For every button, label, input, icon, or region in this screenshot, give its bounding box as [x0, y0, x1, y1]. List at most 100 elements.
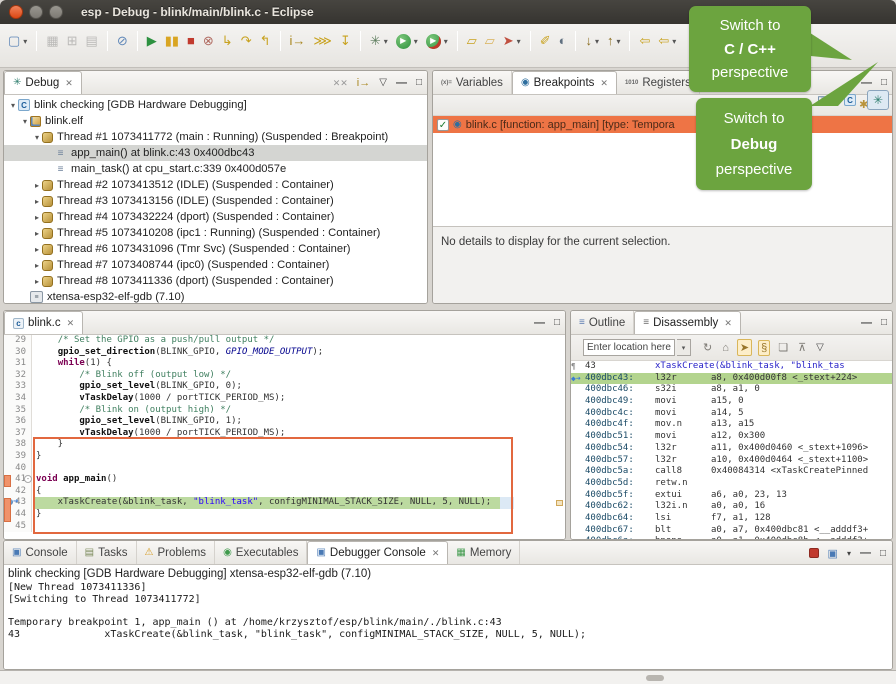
refresh-icon[interactable]: ↻: [701, 340, 714, 355]
code-line[interactable]: 44}: [4, 509, 565, 521]
code-line[interactable]: 32 /* Blink off (output low) */: [4, 370, 565, 382]
tree-expand-arrow[interactable]: ▸: [32, 277, 42, 286]
disassembly-row[interactable]: ¶43xTaskCreate(&blink_task, "blink_tas: [571, 361, 892, 373]
tree-expand-arrow[interactable]: ▸: [32, 245, 42, 254]
next-annotation-icon[interactable]: ↓▾: [582, 31, 602, 51]
disassembly-row[interactable]: 400dbc49:movia15, 0: [571, 396, 892, 408]
tree-expand-arrow[interactable]: ▸: [32, 229, 42, 238]
debug-view-maximize-icon[interactable]: □: [416, 78, 422, 88]
close-button[interactable]: [9, 5, 23, 19]
disassembly-row[interactable]: ◆➜400dbc43:l32ra8, 0x400d00f8 <_stext+22…: [571, 373, 892, 385]
back-history-icon[interactable]: ⇦▾: [655, 31, 679, 51]
disassembly-row[interactable]: 400dbc62:l32i.na0, a0, 16: [571, 501, 892, 513]
save-icon[interactable]: ▦: [43, 31, 61, 51]
instruction-stepping-icon[interactable]: i→: [287, 31, 309, 51]
use-step-filters-icon[interactable]: ⋙: [310, 31, 335, 51]
line-number[interactable]: 31: [4, 358, 32, 370]
horizontal-scrollbar-thumb[interactable]: [646, 675, 664, 681]
open-folder-icon[interactable]: ▱: [482, 31, 498, 51]
code-area[interactable]: 29 /* Set the GPIO as a push/pull output…: [4, 335, 565, 539]
previous-annotation-icon[interactable]: ↑▾: [604, 31, 624, 51]
terminate-console-icon[interactable]: [809, 548, 819, 558]
debug-view-menu-icon[interactable]: ▽: [379, 78, 387, 88]
drop-to-frame-icon[interactable]: ↧: [337, 31, 354, 51]
line-number[interactable]: 35: [4, 405, 32, 417]
location-dropdown-icon[interactable]: ▾: [677, 339, 691, 356]
run-history-icon[interactable]: ▶▾: [393, 32, 421, 51]
right-tab-registers[interactable]: 1010Registers: [617, 71, 700, 94]
tree-expand-arrow[interactable]: ▸: [32, 197, 42, 206]
print-icon[interactable]: ▤: [83, 31, 101, 51]
tree-expand-arrow[interactable]: ▾: [20, 117, 30, 126]
save-all-icon[interactable]: ⊞: [64, 31, 81, 51]
debug-perspective-button[interactable]: ✳: [867, 90, 889, 110]
new-disassembly-view-icon[interactable]: ❏: [776, 340, 790, 355]
right-tab-breakpoints[interactable]: ◉Breakpoints✕: [512, 71, 617, 94]
tree-expand-arrow[interactable]: ▸: [32, 181, 42, 190]
code-line[interactable]: 40: [4, 463, 565, 475]
new-wizard-icon[interactable]: ▢▾: [5, 31, 30, 51]
tree-expand-arrow[interactable]: ▸: [32, 213, 42, 222]
line-number[interactable]: 32: [4, 370, 32, 382]
track-pc-icon[interactable]: ➤: [737, 339, 752, 356]
debug-tree-item[interactable]: ▾blink.elf: [4, 113, 427, 129]
line-number[interactable]: 36: [4, 416, 32, 428]
display-console-icon[interactable]: ▣: [828, 547, 838, 560]
location-input[interactable]: [583, 339, 675, 356]
editor-tab-close-icon[interactable]: ✕: [67, 318, 75, 329]
disassembly-view-menu-icon[interactable]: ▽: [814, 341, 826, 354]
disassembly-row[interactable]: 400dbc6a:bnonea0, a1, 0x400dbc8b <__addd…: [571, 536, 892, 539]
step-into-icon[interactable]: ↳: [219, 31, 236, 51]
tree-expand-arrow[interactable]: ▾: [8, 101, 18, 110]
console-tab-memory[interactable]: ▦Memory: [448, 541, 520, 564]
debug-tree-item[interactable]: ▾Thread #1 1073411772 (main : Running) (…: [4, 129, 427, 145]
code-line[interactable]: 41-void app_main(): [4, 474, 565, 486]
disassembly-row[interactable]: 400dbc5f:extuia6, a0, 23, 13: [571, 490, 892, 502]
debug-tree-item[interactable]: ▸Thread #3 1073413156 (IDLE) (Suspended …: [4, 193, 427, 209]
show-source-icon[interactable]: §: [758, 340, 770, 356]
code-line[interactable]: 31 while(1) {: [4, 358, 565, 370]
disassembly-row[interactable]: 400dbc67:blta0, a7, 0x400dbc81 <__adddf3…: [571, 525, 892, 537]
console-tab-console[interactable]: ▣Console: [4, 541, 77, 564]
editor-tab-blink-c[interactable]: cblink.c✕: [4, 311, 83, 334]
debug-tree-item[interactable]: ▸Thread #5 1073410208 (ipc1 : Running) (…: [4, 225, 427, 241]
debug-tree-item[interactable]: ▸Thread #4 1073432224 (dport) (Suspended…: [4, 209, 427, 225]
disassembly-row[interactable]: 400dbc51:movia12, 0x300: [571, 431, 892, 443]
console-body[interactable]: blink checking [GDB Hardware Debugging] …: [4, 565, 892, 669]
display-console-dropdown-icon[interactable]: ▾: [847, 549, 851, 558]
disassembly-row[interactable]: 400dbc4f:mov.na13, a15: [571, 419, 892, 431]
disassembly-body[interactable]: ¶43xTaskCreate(&blink_task, "blink_tas◆➜…: [571, 361, 892, 539]
step-over-icon[interactable]: ↷: [238, 31, 255, 51]
disassembly-maximize-icon[interactable]: □: [881, 318, 887, 328]
resume-icon[interactable]: ▶: [144, 31, 160, 51]
code-line[interactable]: 34 vTaskDelay(1000 / portTICK_PERIOD_MS)…: [4, 393, 565, 405]
disconnect-icon[interactable]: ⊗: [200, 31, 217, 51]
editor-minimize-icon[interactable]: —: [534, 318, 545, 328]
disassembly-row[interactable]: 400dbc64:lsif7, a1, 128: [571, 513, 892, 525]
debug-history-icon[interactable]: ✳▾: [367, 31, 391, 51]
disassembly-row[interactable]: 400dbc5a:call80x40084314 <xTaskCreatePin…: [571, 466, 892, 478]
line-number[interactable]: 29: [4, 335, 32, 347]
line-number[interactable]: 34: [4, 393, 32, 405]
debug-tree-item[interactable]: ▸Thread #6 1073431096 (Tmr Svc) (Suspend…: [4, 241, 427, 257]
open-project-folder-icon[interactable]: ▱: [464, 31, 480, 51]
debug-view-minimize-icon[interactable]: —: [396, 78, 407, 88]
console-tab-debugger-console[interactable]: ▣Debugger Console✕: [307, 541, 448, 564]
line-number[interactable]: 38: [4, 439, 32, 451]
disassembly-row[interactable]: 400dbc54:l32ra11, 0x400d0460 <_stext+109…: [571, 443, 892, 455]
code-line[interactable]: 29 /* Set the GPIO as a push/pull output…: [4, 335, 565, 347]
home-icon[interactable]: ⌂: [720, 341, 731, 355]
external-tools-icon[interactable]: ▶▾: [423, 32, 451, 51]
suspend-icon[interactable]: ▮▮: [162, 31, 182, 51]
debug-tree-item[interactable]: ▸Thread #7 1073408744 (ipc0) (Suspended …: [4, 257, 427, 273]
code-line[interactable]: 35 /* Blink on (output high) */: [4, 405, 565, 417]
code-line[interactable]: 37 vTaskDelay(1000 / portTICK_PERIOD_MS)…: [4, 428, 565, 440]
console-maximize-icon[interactable]: □: [880, 548, 886, 559]
open-perspective-button[interactable]: ⊞: [811, 90, 833, 110]
last-edit-location-icon[interactable]: ⇦: [636, 31, 653, 51]
pin-view-icon[interactable]: ⊼: [796, 340, 808, 355]
code-line[interactable]: 43➜ xTaskCreate(&blink_task, "blink_task…: [4, 497, 565, 509]
code-line[interactable]: 33 gpio_set_level(BLINK_GPIO, 0);: [4, 381, 565, 393]
disassembly-row[interactable]: 400dbc57:l32ra10, 0x400d0464 <_stext+110…: [571, 455, 892, 467]
console-tab-problems[interactable]: ⚠Problems: [137, 541, 216, 564]
